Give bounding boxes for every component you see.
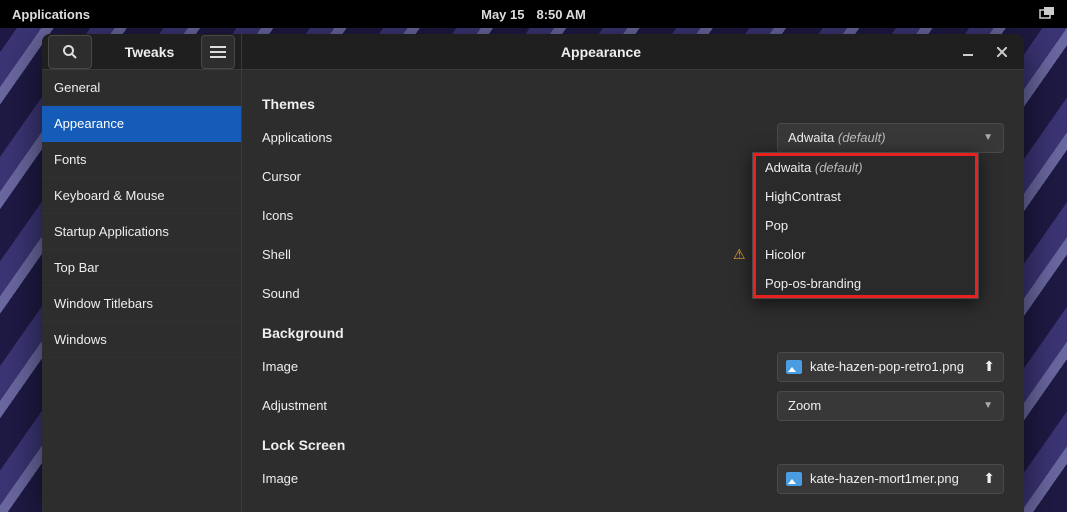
- search-button[interactable]: [48, 35, 92, 69]
- hamburger-button[interactable]: [201, 35, 235, 69]
- app-name: Tweaks: [98, 44, 201, 60]
- sidebar-item-general[interactable]: General: [42, 70, 241, 106]
- date-label: May 15: [481, 7, 524, 22]
- ls-image-filename: kate-hazen-mort1mer.png: [810, 471, 959, 486]
- close-icon: [997, 47, 1007, 57]
- combo-applications-default: (default): [838, 130, 886, 145]
- applications-menu[interactable]: Applications: [12, 7, 90, 22]
- dropdown-item-hicolor[interactable]: Hicolor: [753, 240, 978, 269]
- label-bg-image: Image: [262, 359, 777, 374]
- sidebar: General Appearance Fonts Keyboard & Mous…: [42, 70, 242, 512]
- applications-dropdown-menu: Adwaita (default) HighContrast Pop Hicol…: [752, 152, 979, 299]
- search-icon: [62, 44, 78, 60]
- sidebar-item-startup-applications[interactable]: Startup Applications: [42, 214, 241, 250]
- filechooser-bg-image[interactable]: kate-hazen-pop-retro1.png ⬆: [777, 352, 1004, 382]
- sidebar-item-fonts[interactable]: Fonts: [42, 142, 241, 178]
- bg-image-filename: kate-hazen-pop-retro1.png: [810, 359, 964, 374]
- section-lockscreen: Lock Screen: [262, 437, 1004, 453]
- main-panel: Themes Applications Adwaita (default) ▼ …: [242, 70, 1024, 512]
- section-background: Background: [262, 325, 1004, 341]
- minimize-icon: [963, 47, 973, 57]
- gnome-topbar: Applications May 15 8:50 AM: [0, 0, 1067, 28]
- combo-applications-value: Adwaita: [788, 130, 834, 145]
- chevron-down-icon: ▼: [983, 400, 993, 411]
- row-bg-image: Image kate-hazen-pop-retro1.png ⬆: [262, 347, 1004, 386]
- combo-bg-adjustment-value: Zoom: [788, 398, 821, 413]
- upload-icon: ⬆: [983, 470, 995, 487]
- sidebar-item-windows[interactable]: Windows: [42, 322, 241, 358]
- label-ls-image: Image: [262, 471, 777, 486]
- sidebar-item-appearance[interactable]: Appearance: [42, 106, 241, 142]
- filechooser-ls-image[interactable]: kate-hazen-mort1mer.png ⬆: [777, 464, 1004, 494]
- row-ls-image: Image kate-hazen-mort1mer.png ⬆: [262, 459, 1004, 498]
- chevron-down-icon: ▼: [983, 132, 993, 143]
- close-button[interactable]: [994, 44, 1010, 60]
- titlebar: Tweaks Appearance: [42, 34, 1024, 70]
- window-title: Appearance: [242, 44, 960, 60]
- sidebar-item-window-titlebars[interactable]: Window Titlebars: [42, 286, 241, 322]
- combo-applications[interactable]: Adwaita (default) ▼: [777, 123, 1004, 153]
- image-icon: [786, 472, 802, 486]
- label-applications: Applications: [262, 130, 777, 145]
- warning-icon: ⚠: [733, 246, 746, 263]
- time-label: 8:50 AM: [537, 7, 586, 22]
- label-bg-adjustment: Adjustment: [262, 398, 777, 413]
- image-icon: [786, 360, 802, 374]
- upload-icon: ⬆: [983, 358, 995, 375]
- hamburger-icon: [210, 46, 226, 58]
- dropdown-item-pop-os-branding[interactable]: Pop-os-branding: [753, 269, 978, 298]
- clock[interactable]: May 15 8:50 AM: [481, 7, 586, 22]
- sidebar-item-keyboard-mouse[interactable]: Keyboard & Mouse: [42, 178, 241, 214]
- minimize-button[interactable]: [960, 44, 976, 60]
- combo-bg-adjustment[interactable]: Zoom ▼: [777, 391, 1004, 421]
- dropdown-item-adwaita[interactable]: Adwaita (default): [753, 153, 978, 182]
- section-themes: Themes: [262, 96, 1004, 112]
- row-bg-adjustment: Adjustment Zoom ▼: [262, 386, 1004, 425]
- dropdown-item-pop[interactable]: Pop: [753, 211, 978, 240]
- sidebar-item-top-bar[interactable]: Top Bar: [42, 250, 241, 286]
- tweaks-window: Tweaks Appearance General Appearance Fon…: [42, 34, 1024, 512]
- dropdown-item-highcontrast[interactable]: HighContrast: [753, 182, 978, 211]
- system-tray-icon[interactable]: [1039, 7, 1055, 21]
